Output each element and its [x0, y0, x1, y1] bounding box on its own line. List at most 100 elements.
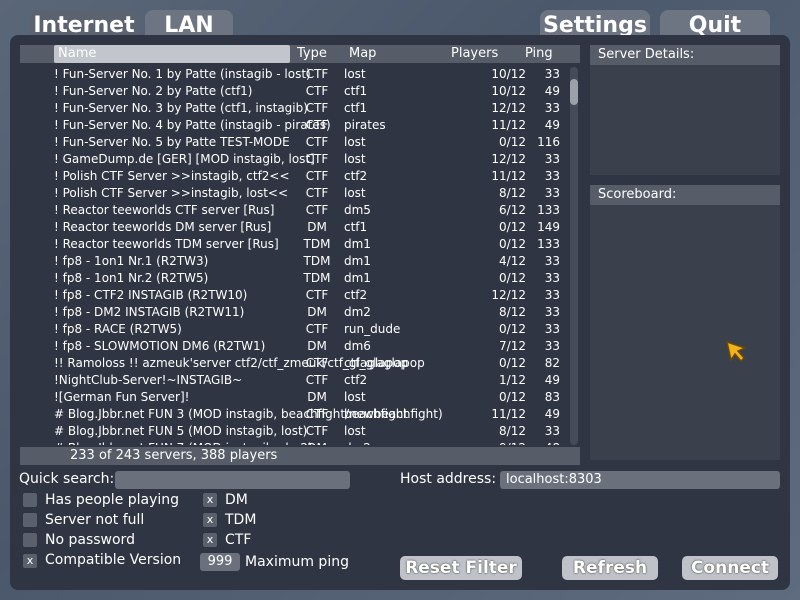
not-full-label: Server not full: [45, 512, 145, 528]
server-type: CTF: [305, 84, 329, 98]
server-details-panel: Server Details:: [590, 45, 780, 175]
server-type: CTF: [305, 186, 329, 200]
server-row[interactable]: ! fp8 - RACE (R2TW5) CTF run_dude 0/12 33: [20, 322, 568, 339]
column-type[interactable]: Type: [297, 46, 327, 61]
server-name: ! Reactor teeworlds TDM server [Rus]: [54, 237, 279, 251]
column-map[interactable]: Map: [349, 46, 376, 61]
server-row[interactable]: ! Reactor teeworlds DM server [Rus] DM ctf…: [20, 220, 568, 237]
server-row[interactable]: ! GameDump.de [GER] [MOD instagib, lost]…: [20, 152, 568, 169]
max-ping-input[interactable]: 999: [200, 553, 240, 571]
not-full-checkbox[interactable]: [23, 513, 37, 527]
column-players[interactable]: Players: [451, 46, 498, 61]
server-row[interactable]: !! Ramoloss !! azmeuk'server ctf2/ctf_zm…: [20, 356, 568, 373]
quick-search-label: Quick search:: [19, 471, 115, 487]
host-address-label: Host address:: [400, 471, 497, 487]
server-row[interactable]: ! Fun-Server No. 2 by Patte (ctf1) CTF ctf…: [20, 84, 568, 101]
server-name: ! fp8 - RACE (R2TW5): [54, 322, 182, 336]
server-name: ![German Fun Server]!: [54, 390, 190, 404]
server-map: dm5: [344, 203, 371, 217]
quick-search-input[interactable]: [115, 471, 350, 489]
server-row[interactable]: ! Polish CTF Server >>instagib, lost<< CT…: [20, 186, 568, 203]
server-map: dm2: [344, 441, 371, 445]
server-map: lost: [344, 67, 366, 81]
server-type: CTF: [305, 373, 329, 387]
server-list-header: Name Type Map Players Ping: [20, 45, 580, 63]
dm-checkbox[interactable]: x: [203, 493, 217, 507]
server-row[interactable]: # Blog.Jbbr.net FUN 7 (MOD instagib, dm2…: [20, 441, 568, 445]
server-type: CTF: [305, 407, 329, 421]
server-row[interactable]: ! Reactor teeworlds TDM server [Rus] TDM d…: [20, 237, 568, 254]
server-row[interactable]: ! fp8 - 1on1 Nr.1 (R2TW3) TDM dm1 4/12 33: [20, 254, 568, 271]
server-players: 11/12: [491, 118, 526, 132]
server-row[interactable]: !NightClub-Server!~INSTAGIB~ CTF ctf2 1/12 4…: [20, 373, 568, 390]
server-players: 1/12: [499, 373, 526, 387]
server-type: DM: [307, 339, 327, 353]
server-name: ! Fun-Server No. 3 by Patte (ctf1, insta…: [54, 101, 308, 115]
server-row[interactable]: ! fp8 - 1on1 Nr.2 (R2TW5) TDM dm1 0/12 33: [20, 271, 568, 288]
server-players: 0/12: [499, 220, 526, 234]
server-row[interactable]: # Blog.Jbbr.net FUN 5 (MOD instagib, los…: [20, 424, 568, 441]
server-ping: 133: [537, 237, 560, 251]
server-map: dm1: [344, 271, 371, 285]
server-name: ! Reactor teeworlds CTF server [Rus]: [54, 203, 275, 217]
server-details-title: Server Details:: [590, 45, 780, 65]
compatible-checkbox[interactable]: x: [23, 554, 37, 568]
server-name: ! Fun-Server No. 1 by Patte (instagib - …: [54, 67, 311, 81]
scrollbar-thumb[interactable]: [570, 79, 578, 105]
max-ping-label: Maximum ping: [245, 554, 349, 570]
server-map: ctf2: [344, 169, 368, 183]
column-name[interactable]: Name: [58, 46, 96, 61]
server-row[interactable]: ! fp8 - DM2 INSTAGIB (R2TW11) DM dm2 8/12 33: [20, 305, 568, 322]
tdm-checkbox[interactable]: x: [203, 513, 217, 527]
column-ping[interactable]: Ping: [525, 46, 553, 61]
server-row[interactable]: ![German Fun Server]! DM lost 0/12 83: [20, 390, 568, 407]
server-ping: 33: [544, 339, 560, 353]
server-ping: 49: [544, 407, 560, 421]
server-ping: 33: [544, 288, 560, 302]
server-row[interactable]: # Blog.Jbbr.net FUN 3 (MOD instagib, bea…: [20, 407, 568, 424]
server-row[interactable]: ! fp8 - CTF2 INSTAGIB (R2TW10) CTF ctf2 12/…: [20, 288, 568, 305]
server-type: CTF: [305, 118, 329, 132]
server-name: ! Polish CTF Server >>instagib, ctf2<<: [54, 169, 290, 183]
reset-filter-button[interactable]: Reset Filter: [400, 556, 522, 580]
server-name: ! fp8 - DM2 INSTAGIB (R2TW11): [54, 305, 245, 319]
server-ping: 33: [544, 305, 560, 319]
server-type: CTF: [305, 356, 329, 370]
server-name: ! fp8 - 1on1 Nr.1 (R2TW3): [54, 254, 209, 268]
server-players: 10/12: [491, 84, 526, 98]
host-address-input[interactable]: localhost:8303: [500, 471, 780, 489]
server-name: ! Fun-Server No. 2 by Patte (ctf1): [54, 84, 253, 98]
server-players: 6/12: [499, 203, 526, 217]
server-row[interactable]: ! fp8 - SLOWMOTION DM6 (R2TW1) DM dm6 7/12 3…: [20, 339, 568, 356]
ctf-checkbox[interactable]: x: [203, 533, 217, 547]
server-map: ctf2: [344, 373, 368, 387]
server-row[interactable]: ! Reactor teeworlds CTF server [Rus] CTF d…: [20, 203, 568, 220]
server-row[interactable]: ! Fun-Server No. 1 by Patte (instagib - …: [20, 67, 568, 84]
server-type: CTF: [305, 169, 329, 183]
server-name: ! fp8 - CTF2 INSTAGIB (R2TW10): [54, 288, 248, 302]
server-map: ctf_glaglapop: [344, 356, 425, 370]
server-row[interactable]: ! Fun-Server No. 3 by Patte (ctf1, insta…: [20, 101, 568, 118]
list-scrollbar[interactable]: [570, 67, 578, 445]
server-map: ctf1: [344, 84, 368, 98]
has-people-checkbox[interactable]: [23, 493, 37, 507]
server-map: run_dude: [344, 322, 401, 336]
refresh-button[interactable]: Refresh: [562, 556, 658, 580]
server-players: 0/12: [499, 356, 526, 370]
dm-label: DM: [225, 492, 248, 508]
server-count-status: 233 of 243 servers, 388 players: [20, 447, 580, 465]
server-type: DM: [300, 441, 334, 445]
server-players: 8/12: [499, 424, 526, 438]
server-row[interactable]: ! Polish CTF Server >>instagib, ctf2<< CT…: [20, 169, 568, 186]
server-map: lost: [344, 152, 366, 166]
server-players: 11/12: [491, 169, 526, 183]
server-players: 9/12: [460, 441, 526, 445]
server-players: 12/12: [491, 101, 526, 115]
no-password-checkbox[interactable]: [23, 533, 37, 547]
server-ping: 33: [544, 186, 560, 200]
server-row[interactable]: ! Fun-Server No. 4 by Patte (instagib - …: [20, 118, 568, 135]
server-players: 11/12: [491, 407, 526, 421]
server-row[interactable]: ! Fun-Server No. 5 by Patte TEST-MODE CTF…: [20, 135, 568, 152]
server-map: beachfight: [344, 407, 409, 421]
connect-button[interactable]: Connect: [682, 556, 778, 580]
